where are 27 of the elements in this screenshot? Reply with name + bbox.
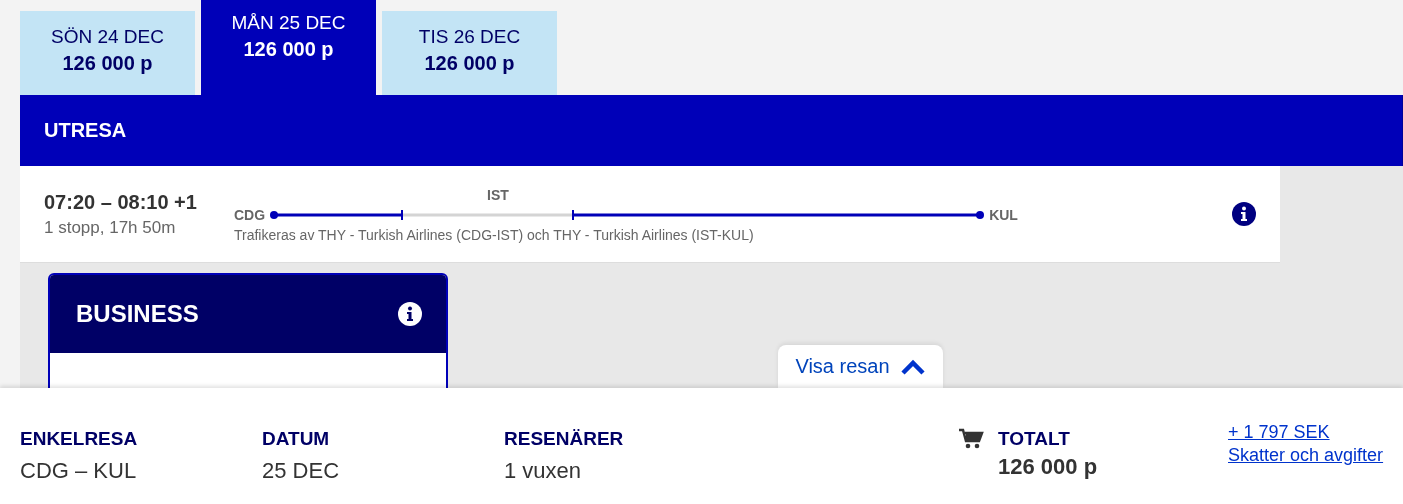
summary-label: ENKELRESA xyxy=(20,428,139,450)
chevron-up-icon xyxy=(899,358,926,375)
flight-stops: 1 stopp, 17h 50m xyxy=(44,217,177,238)
summary-value: 25 DEC xyxy=(262,458,341,484)
date-tab[interactable]: MÅN 25 DEC 126 000 p xyxy=(201,0,376,95)
info-icon[interactable] xyxy=(398,302,422,326)
taxes-link[interactable]: Skatter och avgifter xyxy=(1228,445,1384,466)
fee-link[interactable]: + 1 797 SEK xyxy=(1228,422,1384,443)
fare-title: BUSINESS xyxy=(76,300,199,328)
fare-card[interactable]: BUSINESS xyxy=(48,273,448,388)
section-title: UTRESA xyxy=(44,119,127,142)
total-price: 126 000 p xyxy=(998,454,1098,480)
summary-value: 1 vuxen xyxy=(504,458,583,484)
show-trip-button[interactable]: Visa resan xyxy=(778,345,943,388)
date-tab[interactable]: TIS 26 DEC 126 000 p xyxy=(382,11,557,95)
total-label: TOTALT xyxy=(998,428,1071,450)
date-tab[interactable]: SÖN 24 DEC 126 000 p xyxy=(20,11,195,95)
summary-label: DATUM xyxy=(262,428,331,450)
info-icon[interactable] xyxy=(1232,202,1256,226)
summary-label: RESENÄRER xyxy=(504,428,625,450)
stopover-code: IST xyxy=(487,187,509,203)
summary-value: CDG – KUL xyxy=(20,458,138,484)
flight-times: 07:20 – 08:10 +1 xyxy=(44,190,198,214)
airport-code: CDG xyxy=(234,207,266,223)
operator-text: Trafikeras av THY - Turkish Airlines (CDG-IST) och THY - Turkish Airlines (IST-KUL) xyxy=(234,227,755,243)
airport-code: KUL xyxy=(989,207,1018,223)
cart-icon xyxy=(958,428,984,450)
